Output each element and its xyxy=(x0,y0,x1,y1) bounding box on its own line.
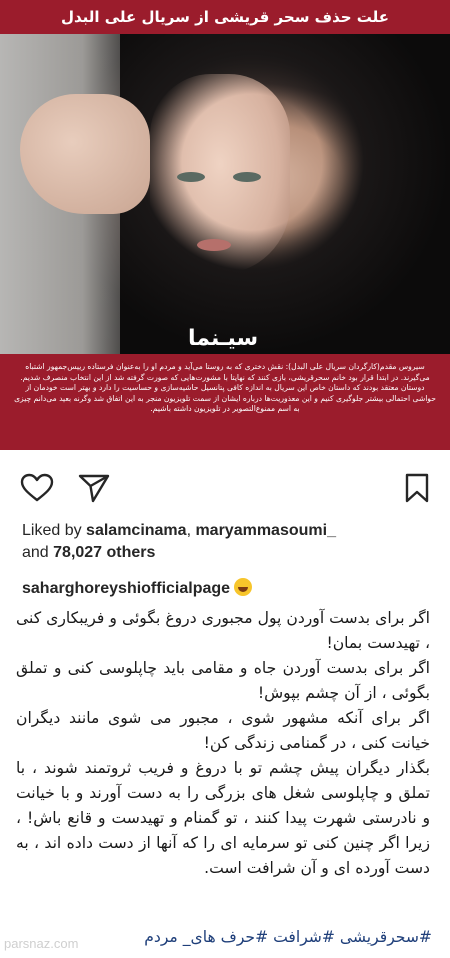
brand-logo: سیـنما xyxy=(188,326,259,351)
photo-hand xyxy=(20,94,150,214)
image-caption-text: سیروس مقدم(کارگردان سریال علی البدل): نق… xyxy=(14,362,436,413)
post-actions-bar xyxy=(0,465,450,505)
photo-eye-right xyxy=(233,172,261,182)
image-caption: سیروس مقدم(کارگردان سریال علی البدل): نق… xyxy=(0,354,450,450)
liked-by-user-2[interactable]: maryammasoumi_ xyxy=(195,522,336,539)
photo-hijab xyxy=(120,34,450,354)
likes-prefix: Liked by xyxy=(22,522,87,539)
post-photo[interactable]: سیـنما salamcinama salam_cinama xyxy=(0,34,450,354)
liked-by-user-1[interactable]: salamcinama xyxy=(86,522,187,539)
tears-of-joy-emoji-icon xyxy=(234,578,253,596)
site-watermark: parsnaz.com xyxy=(4,936,79,951)
likes-and: and xyxy=(22,544,54,561)
likes-summary[interactable]: Liked by salamcinama, maryammasoumi_ and… xyxy=(22,520,432,564)
post-caption: اگر برای بدست آوردن پول مجبوری دروغ بگوئ… xyxy=(16,606,430,881)
post-paragraph: بگذار دیگران پیش چشم تو با دروغ و فریب ث… xyxy=(16,759,430,877)
post-username[interactable]: saharghoreyshiofficialpage xyxy=(22,580,230,597)
heart-icon[interactable] xyxy=(20,473,54,507)
photo-lips xyxy=(197,239,231,251)
post-paragraph: اگر برای بدست آوردن جاه و مقامی باید چاپ… xyxy=(16,659,430,702)
post-paragraph: اگر برای آنکه مشهور شوی ، مجبور می شوی م… xyxy=(16,709,430,752)
post-paragraph: اگر برای بدست آوردن پول مجبوری دروغ بگوئ… xyxy=(16,609,430,652)
bookmark-icon[interactable] xyxy=(404,473,430,507)
photo-eye-left xyxy=(177,172,205,182)
paper-plane-icon[interactable] xyxy=(78,473,110,507)
post-hashtags[interactable]: #سحرقریشی #شرافت #حرف های_ مردم xyxy=(144,928,432,946)
headline-text: علت حذف سحر قریشی از سریال علی البدل xyxy=(60,8,390,26)
headline-banner: علت حذف سحر قریشی از سریال علی البدل xyxy=(0,0,450,34)
post-author[interactable]: saharghoreyshiofficialpage xyxy=(22,578,253,598)
likes-count[interactable]: 78,027 others xyxy=(53,544,155,561)
